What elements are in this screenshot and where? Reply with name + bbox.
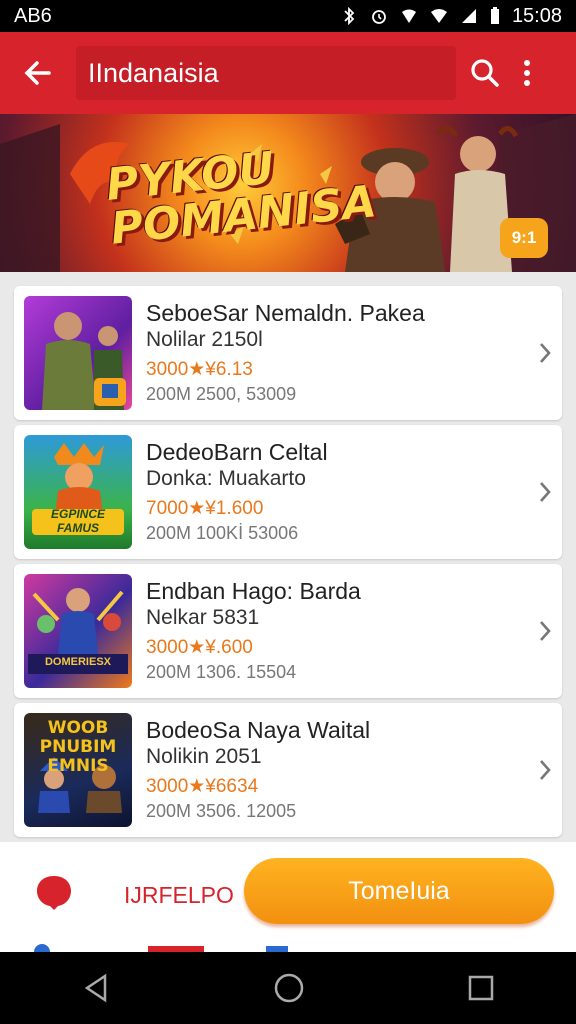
nav-back-icon[interactable] bbox=[81, 973, 111, 1003]
thumbnail-caption: WOOB PNUBIM EMNIS bbox=[39, 718, 117, 776]
game-subtitle: Donka: Muakarto bbox=[146, 467, 306, 490]
list-item[interactable]: WOOB PNUBIM EMNIS BodeoSa Naya Waital No… bbox=[14, 703, 562, 837]
chevron-right-icon bbox=[540, 343, 551, 363]
nav-home-icon[interactable] bbox=[273, 972, 305, 1004]
game-title: BodeoSa Naya Waital bbox=[146, 717, 371, 743]
location-icon bbox=[401, 9, 416, 23]
game-subtitle: Nelkar 5831 bbox=[146, 606, 260, 629]
search-field[interactable]: IIndanaisia bbox=[76, 46, 456, 100]
game-thumbnail: DOMERIESX bbox=[24, 574, 132, 688]
help-link[interactable]: IJRFELPO bbox=[124, 882, 234, 909]
game-stats: 200M 1306. 15504 bbox=[146, 662, 297, 682]
game-title: Endban Hago: Barda bbox=[146, 578, 361, 604]
game-list: SeboeSar Nemaldn. Pakea Nolilar 2150l 30… bbox=[14, 286, 562, 842]
game-stats: 200M 3506. 12005 bbox=[146, 801, 297, 821]
game-price: 3000★¥6.13 bbox=[146, 359, 253, 380]
thumbnail-caption: DOMERIESX bbox=[44, 656, 111, 668]
bottom-action-bar: IJRFELPO TomeIuia bbox=[0, 842, 576, 952]
game-title: DedeoBarn Celtal bbox=[146, 439, 328, 465]
battery-icon bbox=[490, 7, 499, 24]
chat-bubble-icon[interactable] bbox=[34, 872, 74, 912]
signal-icon bbox=[461, 9, 476, 23]
game-price: 3000★¥6634 bbox=[146, 776, 259, 797]
nav-recents-icon[interactable] bbox=[467, 974, 495, 1002]
list-item[interactable]: DOMERIESX Endban Hago: Barda Nelkar 5831… bbox=[14, 564, 562, 698]
game-price: 3000★¥.600 bbox=[146, 637, 253, 658]
chevron-right-icon bbox=[540, 760, 551, 780]
chevron-right-icon bbox=[540, 621, 551, 641]
bluetooth-icon bbox=[344, 7, 355, 25]
game-artwork bbox=[42, 312, 126, 410]
app-bar: IIndanaisia bbox=[0, 32, 576, 114]
game-title: SeboeSar Nemaldn. Pakea bbox=[146, 300, 425, 326]
thumbnail-caption: EGPINCE FAMUS bbox=[50, 507, 105, 535]
primary-cta-button[interactable]: TomeIuia bbox=[244, 858, 554, 924]
game-artwork bbox=[28, 588, 128, 674]
promo-banner[interactable]: PYKOU POMANISA bbox=[0, 114, 576, 272]
banner-badge: 9:1 bbox=[500, 218, 548, 258]
arrow-left-icon bbox=[24, 61, 51, 85]
game-thumbnail: EGPINCE FAMUS bbox=[24, 435, 132, 549]
partial-icons-row bbox=[34, 944, 288, 952]
search-icon[interactable] bbox=[470, 58, 500, 88]
game-stats: 200M 100Kİ 53006 bbox=[146, 523, 299, 543]
list-item[interactable]: EGPINCE FAMUS DedeoBarn Celtal Donka: Mu… bbox=[14, 425, 562, 559]
search-field-text: IIndanaisia bbox=[88, 57, 219, 88]
list-item[interactable]: SeboeSar Nemaldn. Pakea Nolilar 2150l 30… bbox=[14, 286, 562, 420]
status-bar: AB6 15:08 bbox=[0, 0, 576, 32]
wifi-icon bbox=[430, 9, 447, 23]
game-thumbnail: WOOB PNUBIM EMNIS bbox=[24, 713, 132, 827]
status-carrier: AB6 bbox=[14, 4, 52, 27]
chevron-right-icon bbox=[540, 482, 551, 502]
system-nav-bar bbox=[0, 952, 576, 1024]
back-button[interactable] bbox=[0, 32, 76, 114]
game-subtitle: Nolikin 2051 bbox=[146, 745, 262, 768]
status-time: 15:08 bbox=[511, 4, 562, 27]
game-price: 7000★¥1.600 bbox=[146, 498, 264, 519]
game-subtitle: Nolilar 2150l bbox=[146, 328, 263, 351]
alarm-icon bbox=[372, 10, 386, 24]
more-vert-icon[interactable] bbox=[522, 58, 532, 88]
game-thumbnail bbox=[24, 296, 132, 410]
game-stats: 200M 2500, 53009 bbox=[146, 384, 297, 404]
